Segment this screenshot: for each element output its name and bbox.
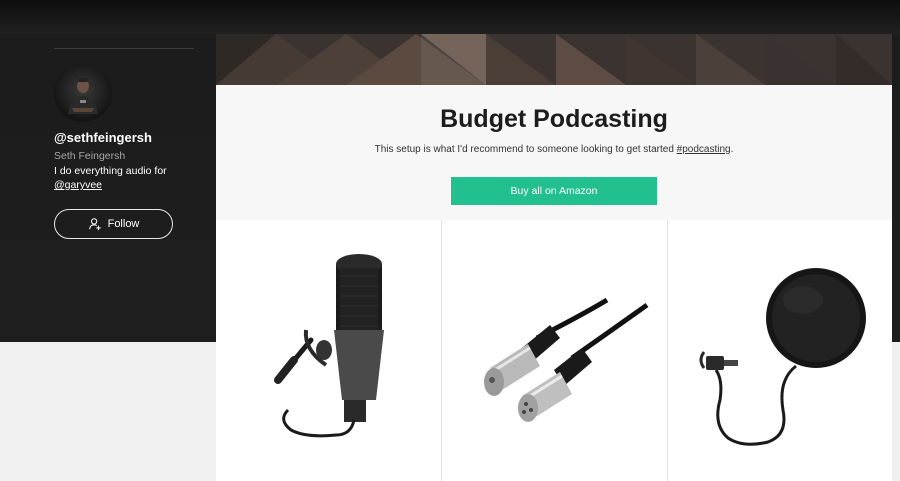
profile-name: Seth Feingersh <box>54 150 126 162</box>
collection-banner <box>216 34 892 85</box>
divider <box>54 48 194 49</box>
product-grid <box>216 220 892 481</box>
follow-label: Follow <box>107 218 140 230</box>
bio-mention-link[interactable]: @garyvee <box>54 179 102 191</box>
avatar[interactable] <box>54 64 112 122</box>
follow-button[interactable]: Follow <box>54 209 173 239</box>
xlr-cable-icon <box>484 297 649 422</box>
product-card-pop-filter[interactable] <box>668 220 892 481</box>
profile-bio: I do everything audio for @garyvee <box>54 164 184 192</box>
product-card-microphone[interactable] <box>216 220 441 481</box>
profile-handle: @sethfeingersh <box>54 130 152 145</box>
profile-sidebar: @sethfeingersh Seth Feingersh I do every… <box>0 0 216 342</box>
buy-all-label: Buy all on Amazon <box>510 185 598 197</box>
collection-header: Budget Podcasting This setup is what I'd… <box>216 85 892 220</box>
buy-all-button[interactable]: Buy all on Amazon <box>451 177 657 205</box>
description-end: . <box>730 144 734 155</box>
product-card-xlr-cable[interactable] <box>442 220 667 481</box>
add-user-icon <box>88 218 101 231</box>
person-avatar-icon <box>68 78 98 114</box>
microphone-icon <box>274 254 384 438</box>
description-text: This setup is what I'd recommend to some… <box>374 144 677 155</box>
hashtag-link[interactable]: #podcasting <box>677 144 731 155</box>
pop-filter-icon <box>699 268 866 446</box>
collection-title: Budget Podcasting <box>440 105 668 133</box>
banner-pattern <box>216 34 892 85</box>
bio-text: I do everything audio for <box>54 165 167 177</box>
collection-description: This setup is what I'd recommend to some… <box>216 144 892 155</box>
